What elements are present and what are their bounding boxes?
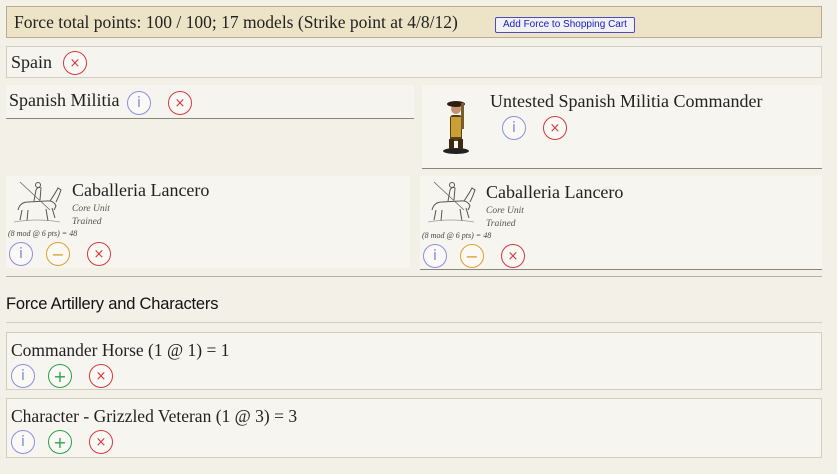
remove-icon: ×	[95, 434, 107, 450]
minus-icon: −	[465, 246, 479, 266]
faction-name: Spain	[11, 52, 53, 72]
force-summary-bar: Force total points: 100 / 100; 17 models…	[6, 6, 822, 38]
remove-icon: ×	[549, 120, 561, 136]
unit-cost: (8 mod @ 6 pts) = 48	[8, 229, 78, 238]
commander-name: Untested Spanish Militia Commander	[490, 91, 763, 111]
unit-card: Caballeria Lancero Core Unit Trained (8 …	[6, 176, 410, 268]
character-info-button[interactable]: i	[11, 364, 35, 388]
unit-group-info-button[interactable]: i	[127, 91, 151, 115]
info-icon: i	[19, 246, 23, 262]
section-title: Force Artillery and Characters	[6, 295, 219, 313]
remove-icon: ×	[93, 246, 105, 262]
remove-icon: ×	[507, 248, 519, 264]
increase-character-button[interactable]: +	[48, 430, 72, 454]
remove-unit-button[interactable]: ×	[87, 242, 111, 266]
remove-icon: ×	[69, 55, 81, 71]
unit-type: Core Unit	[486, 206, 524, 216]
commander-info-button[interactable]: i	[502, 116, 526, 140]
decrease-unit-button[interactable]: −	[460, 244, 484, 268]
remove-faction-button[interactable]: ×	[63, 51, 87, 75]
section-divider	[6, 322, 822, 323]
remove-character-button[interactable]: ×	[89, 430, 113, 454]
remove-unit-group-button[interactable]: ×	[168, 91, 192, 115]
unit-name: Caballeria Lancero	[486, 182, 624, 202]
info-icon: i	[512, 120, 516, 136]
character-row: Character - Grizzled Veteran (1 @ 3) = 3…	[6, 398, 822, 458]
plus-icon: +	[53, 432, 67, 452]
unit-info-button[interactable]: i	[9, 242, 33, 266]
character-label: Character - Grizzled Veteran (1 @ 3) = 3	[11, 406, 298, 426]
unit-figure-image	[427, 181, 476, 223]
info-icon: i	[21, 434, 25, 450]
info-icon: i	[433, 248, 437, 264]
add-to-cart-button[interactable]: Add Force to Shopping Cart	[495, 17, 635, 33]
minus-icon: −	[51, 244, 65, 264]
remove-icon: ×	[174, 95, 186, 111]
remove-icon: ×	[95, 368, 107, 384]
unit-figure-image	[13, 181, 62, 223]
decrease-unit-button[interactable]: −	[46, 242, 70, 266]
character-info-button[interactable]: i	[11, 430, 35, 454]
remove-unit-button[interactable]: ×	[501, 244, 525, 268]
unit-group-row: Spanish Militia i ×	[6, 85, 414, 119]
unit-name: Caballeria Lancero	[72, 180, 210, 200]
info-icon: i	[21, 368, 25, 384]
commander-figure-image	[443, 101, 469, 154]
unit-info-button[interactable]: i	[423, 244, 447, 268]
plus-icon: +	[53, 366, 67, 386]
unit-card: Caballeria Lancero Core Unit Trained (8 …	[420, 176, 822, 270]
section-divider	[6, 276, 822, 277]
faction-row: Spain ×	[6, 46, 822, 78]
unit-cost: (8 mod @ 6 pts) = 48	[422, 231, 492, 240]
force-summary-text: Force total points: 100 / 100; 17 models…	[14, 12, 458, 32]
character-label: Commander Horse (1 @ 1) = 1	[11, 340, 230, 360]
increase-character-button[interactable]: +	[48, 364, 72, 388]
unit-quality: Trained	[72, 217, 102, 227]
unit-quality: Trained	[486, 219, 516, 229]
commander-card: Untested Spanish Militia Commander i ×	[422, 85, 822, 169]
remove-commander-button[interactable]: ×	[543, 116, 567, 140]
unit-group-name: Spanish Militia	[9, 90, 120, 110]
unit-type: Core Unit	[72, 204, 110, 214]
info-icon: i	[137, 95, 141, 111]
remove-character-button[interactable]: ×	[89, 364, 113, 388]
character-row: Commander Horse (1 @ 1) = 1 i + ×	[6, 332, 822, 390]
